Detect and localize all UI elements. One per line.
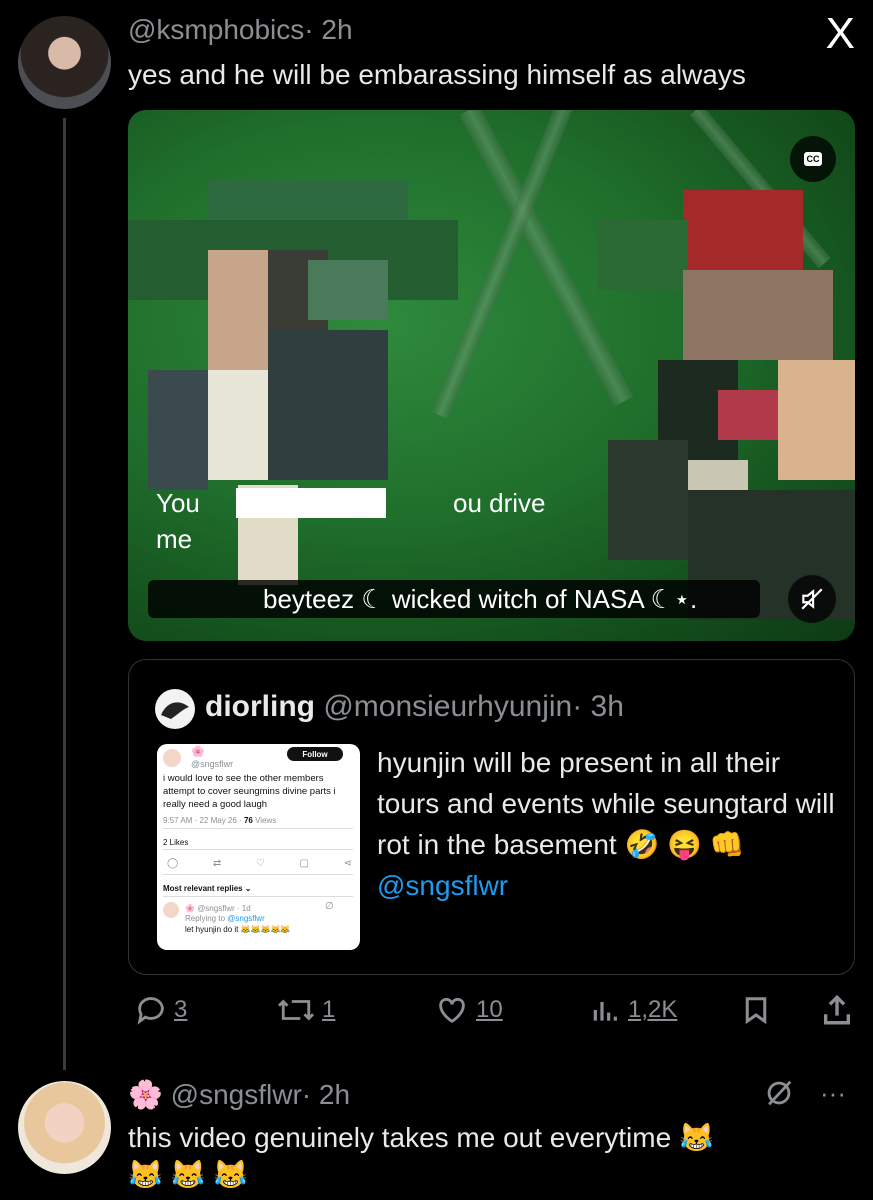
cc-icon: CC xyxy=(804,152,822,166)
tweet-text: yes and he will be embarassing himself a… xyxy=(128,59,746,90)
mute-button[interactable] xyxy=(788,575,836,623)
embed-reply-hide-icon: ∅ xyxy=(325,901,334,912)
embed-follow-button[interactable]: Follow xyxy=(287,747,343,761)
video-watermark: beyteez ☾ wicked witch of NASA ☾⋆. xyxy=(263,584,698,614)
reply-count: 3 xyxy=(174,996,188,1023)
quoted-mention[interactable]: @sngsflwr xyxy=(377,870,508,901)
embed-divider-3 xyxy=(163,874,353,875)
quoted-text: hyunjin will be present in all their tou… xyxy=(377,742,837,906)
reply-text-line2: 😹 😹 😹 xyxy=(128,1159,249,1190)
quoted-header: diorling @monsieurhyunjin· 3h xyxy=(205,689,624,725)
video-caption-1a: You xyxy=(156,488,200,518)
retweet-button[interactable]: 1 xyxy=(276,993,335,1027)
views-icon xyxy=(593,1002,617,1021)
speaker-muted-icon xyxy=(801,588,823,610)
bookmark-button[interactable] xyxy=(741,993,771,1027)
reply-header: 🌸 @sngsflwr· 2h xyxy=(128,1076,350,1114)
embed-likes: 2 Likes xyxy=(163,838,189,847)
hide-reply-icon[interactable] xyxy=(762,1076,796,1115)
embed-divider-4 xyxy=(163,896,353,897)
close-icon[interactable]: X xyxy=(826,12,855,56)
embed-avatar xyxy=(163,749,181,767)
quoted-avatar[interactable] xyxy=(155,689,195,729)
quoted-time: · 3h xyxy=(572,690,624,723)
like-button[interactable]: 10 xyxy=(434,993,503,1027)
author-avatar[interactable] xyxy=(18,16,111,109)
embed-reply-icon: ◯ xyxy=(167,858,179,869)
quoted-body: hyunjin will be present in all their tou… xyxy=(377,747,835,860)
more-options-icon[interactable]: ··· xyxy=(820,1078,846,1109)
embed-handle: @sngsflwr xyxy=(191,759,234,769)
reply-button[interactable]: 3 xyxy=(134,993,187,1027)
embed-text: i would love to see the other members at… xyxy=(163,773,336,810)
bookmark-icon xyxy=(745,997,767,1025)
embed-divider xyxy=(163,828,353,829)
thread-line xyxy=(63,118,66,1070)
author-handle[interactable]: @ksmphobics xyxy=(128,14,304,45)
reply-handle[interactable]: @sngsflwr xyxy=(171,1079,302,1110)
blurred-person-right xyxy=(558,190,855,620)
tweet-header: @ksmphobics· 2h xyxy=(128,14,353,46)
embed-divider-2 xyxy=(163,849,353,850)
captions-button[interactable]: CC xyxy=(790,136,836,182)
share-icon xyxy=(823,994,851,1025)
close-label: X xyxy=(825,9,855,58)
embed-meta: 9:57 AM · 22 May 26 · 76 Views xyxy=(163,816,277,825)
quoted-tweet[interactable]: diorling @monsieurhyunjin· 3h 🌸 @sngsflw… xyxy=(128,659,855,975)
like-count: 10 xyxy=(476,996,503,1023)
embed-replies-label: Most relevant replies ⌄ xyxy=(163,884,252,893)
retweet-icon xyxy=(277,999,315,1021)
embed-bookmark-icon: ▢ xyxy=(299,858,309,869)
embed-actions: ◯ ⇄ ♡ ▢ ⋖ xyxy=(167,857,352,870)
reply-time: · 2h xyxy=(301,1079,351,1110)
caption-redaction xyxy=(236,488,386,518)
embedded-screenshot[interactable]: 🌸 @sngsflwr Follow i would love to see t… xyxy=(157,744,360,950)
embed-reply-avatar xyxy=(163,902,179,918)
video-caption-2: me xyxy=(156,524,193,554)
embed-like-icon: ♡ xyxy=(255,858,265,869)
quoted-handle: @monsieurhyunjin xyxy=(323,690,573,723)
logo-icon xyxy=(161,702,189,719)
retweet-count: 1 xyxy=(322,996,336,1023)
video-caption-1b: ou drive xyxy=(453,488,546,518)
views-count: 1,2K xyxy=(628,996,678,1023)
embed-retweet-icon: ⇄ xyxy=(212,858,222,869)
share-button[interactable] xyxy=(820,993,854,1027)
reply-text-line1: this video genuinely takes me out everyt… xyxy=(128,1122,714,1153)
views-button[interactable]: 1,2K xyxy=(590,993,677,1027)
quoted-name[interactable]: diorling xyxy=(205,690,315,723)
heart-icon xyxy=(439,997,465,1024)
embed-reply-text: let hyunjin do it 😹😹😹😹😹 xyxy=(185,925,291,934)
tweet-time: · 2h xyxy=(304,14,353,45)
reply-flower-icon: 🌸 xyxy=(128,1079,163,1110)
embed-share-icon: ⋖ xyxy=(343,858,352,869)
video-player[interactable]: CC beyteez ☾ wicked witch of NASA ☾⋆. Yo… xyxy=(128,110,855,641)
reply-icon xyxy=(137,997,164,1025)
reply-avatar[interactable] xyxy=(18,1081,111,1174)
